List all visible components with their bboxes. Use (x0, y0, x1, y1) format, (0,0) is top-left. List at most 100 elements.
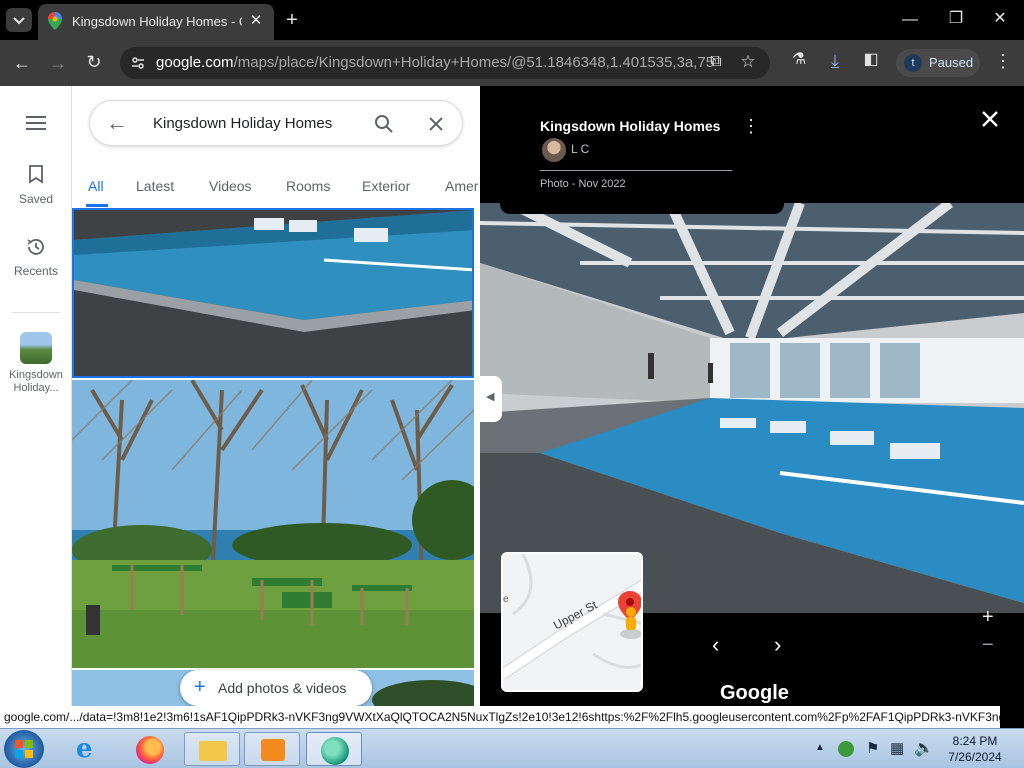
tab-exterior[interactable]: Exterior (362, 178, 410, 194)
saved-label: Saved (18, 192, 54, 206)
google-logo: Google (720, 682, 789, 704)
taskbar-firefox[interactable] (122, 732, 178, 766)
minimize-icon[interactable]: — (900, 12, 920, 28)
restore-icon[interactable]: ❐ (946, 11, 966, 27)
search-box[interactable]: ← Kingsdown Holiday Homes (89, 100, 463, 146)
windows-taskbar: e ▲ ⚑ ▦ 🔈 8:24 PM 7/26/2024 (0, 728, 1024, 768)
url-text[interactable]: google.com/maps/place/Kingsdown+Holiday+… (156, 54, 716, 71)
minimap-edge-label: e (503, 594, 509, 605)
folder-icon (199, 741, 227, 761)
photo-playground-thumbnail[interactable] (72, 380, 474, 668)
windows-logo-icon (15, 740, 33, 758)
taskbar-media-player[interactable] (244, 732, 300, 766)
saved-button[interactable]: Saved (0, 164, 72, 208)
maps-favicon-icon (48, 12, 62, 30)
taskbar-app-active[interactable] (306, 732, 362, 766)
place-thumbnail (20, 332, 52, 364)
place-label-line2: Holiday... (13, 382, 59, 394)
app-globe-icon (321, 737, 349, 765)
photo-pool-thumbnail[interactable] (72, 208, 474, 378)
recent-place-item[interactable]: Kingsdown Holiday... (0, 332, 72, 402)
labs-flask-icon[interactable]: ⚗ (788, 52, 810, 68)
clear-search-icon[interactable] (428, 116, 444, 132)
menu-kebab-icon[interactable]: ⋮ (994, 52, 1012, 70)
more-options-icon[interactable]: ⋮ (742, 116, 760, 137)
forward-arrow-icon[interactable]: → (48, 54, 68, 72)
start-button[interactable] (4, 730, 44, 768)
minimap[interactable]: e Upper St (501, 552, 643, 692)
internet-explorer-icon: e (76, 734, 93, 764)
volume-icon[interactable]: 🔈 (914, 738, 934, 758)
taskbar-file-explorer[interactable] (184, 732, 240, 766)
new-tab-icon[interactable]: + (282, 10, 302, 30)
recents-button[interactable]: Recents (0, 236, 72, 280)
url-host: google.com (156, 54, 234, 71)
taskbar-internet-explorer[interactable]: e (62, 732, 118, 766)
close-viewer-icon[interactable] (981, 110, 999, 128)
collapse-panel-button[interactable]: ◀ (480, 376, 502, 422)
address-bar[interactable]: google.com/maps/place/Kingsdown+Holiday+… (120, 47, 770, 79)
window-close-icon[interactable]: ✕ (990, 11, 1010, 27)
action-center-flag-icon[interactable]: ⚑ (866, 739, 879, 757)
hamburger-menu-icon[interactable] (26, 116, 46, 130)
install-app-icon[interactable]: ⧉ (706, 54, 726, 70)
recents-label: Recents (13, 264, 59, 278)
active-tab-indicator (86, 204, 108, 207)
clock-time: 8:24 PM (952, 734, 998, 748)
bookmark-star-icon[interactable]: ☆ (738, 53, 758, 70)
header-divider (540, 170, 732, 171)
link-status-bar: google.com/.../data=!3m8!1e2!3m6!1sAF1Qi… (0, 706, 1000, 728)
show-hidden-icons[interactable]: ▲ (815, 742, 825, 753)
tab-title: Kingsdown Holiday Homes - G (72, 14, 242, 29)
pool-photo-image (74, 210, 472, 376)
chevron-down-icon (13, 17, 25, 25)
search-icon[interactable] (374, 114, 394, 134)
next-photo-icon[interactable]: › (774, 632, 781, 658)
photos-panel: ← Kingsdown Holiday Homes All Latest Vid… (72, 86, 480, 706)
back-arrow-icon[interactable]: ← (106, 110, 128, 136)
zoom-out-icon[interactable]: − (982, 634, 994, 657)
maps-left-rail: Saved Recents Kingsdown Holiday... (0, 86, 72, 706)
photo-header-card: Kingsdown Holiday Homes ⋮ L C Photo - No… (500, 86, 784, 214)
back-arrow-icon[interactable]: ← (12, 54, 32, 72)
tab-strip: Kingsdown Holiday Homes - G ✕ + — ❐ ✕ (0, 0, 1024, 40)
photo-date: Photo - Nov 2022 (540, 178, 626, 190)
previous-photo-icon[interactable]: ‹ (712, 632, 719, 658)
profile-status: Paused (929, 55, 974, 70)
tab-latest[interactable]: Latest (136, 178, 174, 194)
tab-all[interactable]: All (88, 178, 104, 194)
side-panel-icon[interactable]: ◧ (860, 52, 882, 68)
plus-icon: + (194, 676, 206, 698)
zoom-in-icon[interactable]: + (982, 606, 994, 629)
site-info-icon[interactable] (130, 55, 146, 71)
pegman-icon (620, 607, 641, 639)
tab-close-icon[interactable]: ✕ (248, 13, 264, 28)
tab-videos[interactable]: Videos (209, 178, 252, 194)
reload-icon[interactable]: ↻ (84, 53, 104, 71)
author-name[interactable]: L C (571, 142, 589, 156)
add-photos-button[interactable]: + Add photos & videos (180, 670, 372, 706)
clock-date: 7/26/2024 (948, 750, 1002, 764)
avatar: t (904, 54, 922, 72)
tab-amenities[interactable]: Amer (445, 178, 478, 194)
network-icon[interactable]: ▦ (890, 739, 904, 757)
author-avatar (542, 138, 566, 162)
tray-app-icon[interactable] (838, 741, 854, 757)
tab-search-button[interactable] (6, 8, 32, 32)
playground-photo-image (72, 380, 474, 668)
photo-viewer: Kingsdown Holiday Homes ⋮ L C Photo - No… (480, 86, 1024, 706)
browser-tab[interactable]: Kingsdown Holiday Homes - G ✕ (38, 4, 274, 40)
profile-button[interactable]: t Paused (896, 49, 980, 77)
profile-initial: t (911, 57, 915, 69)
bookmark-icon (29, 165, 43, 184)
viewer-title: Kingsdown Holiday Homes (540, 118, 721, 134)
url-path: /maps/place/Kingsdown+Holiday+Homes/@51.… (233, 54, 716, 71)
search-input[interactable]: Kingsdown Holiday Homes (153, 115, 332, 132)
download-icon[interactable]: ⤓ (824, 52, 846, 70)
tab-rooms[interactable]: Rooms (286, 178, 330, 194)
place-label-line1: Kingsdown (9, 369, 63, 381)
add-photos-label: Add photos & videos (218, 680, 347, 696)
media-player-icon (261, 739, 285, 761)
clock[interactable]: 8:24 PM 7/26/2024 (940, 733, 1010, 765)
chevron-left-icon: ◀ (486, 391, 495, 403)
